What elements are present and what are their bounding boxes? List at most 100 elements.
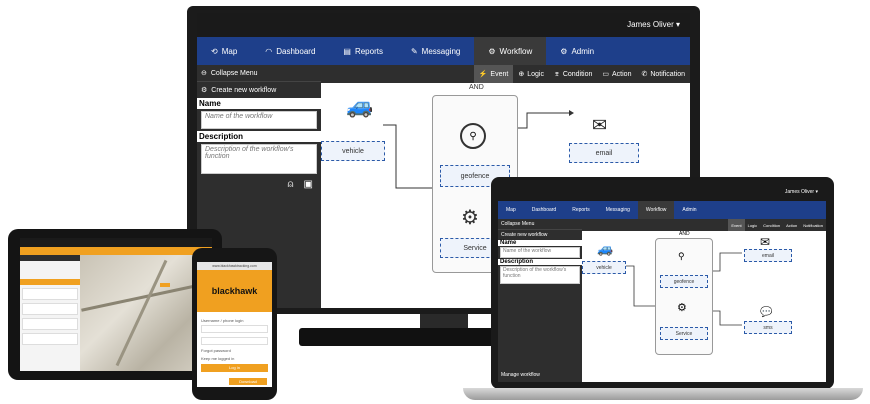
laptop-chat-icon: 💬 <box>760 307 773 318</box>
laptop-sidebar: Collapse Menu Create new workflow Name N… <box>498 219 582 382</box>
service-search-icon: ⚙ <box>461 207 479 229</box>
nav-workflow[interactable]: ⚙ Workflow <box>474 37 547 65</box>
laptop-envelope-icon: ✉ <box>760 235 771 249</box>
envelope-icon: ✉ <box>592 115 608 135</box>
node-email[interactable]: email <box>569 143 639 163</box>
laptop-geofence-pin-icon: ⚲ <box>678 251 685 261</box>
nav-reports[interactable]: ▤ Reports <box>329 37 397 65</box>
laptop-nav-reports[interactable]: Reports <box>564 201 598 219</box>
laptop-description-label: Description <box>498 259 582 265</box>
collapse-menu-button[interactable]: ⊖ Collapse Menu <box>197 65 321 82</box>
geofence-pin-icon: ⚲ <box>460 123 486 149</box>
laptop-name-input[interactable]: Name of the workflow <box>500 247 580 258</box>
laptop-nav-map[interactable]: Map <box>498 201 524 219</box>
car-icon: 🚙 <box>346 93 374 118</box>
nav-map[interactable]: ⟲ Map <box>197 37 251 65</box>
laptop-manage-workflow[interactable]: Manage workflow <box>501 372 540 378</box>
workflow-toolbar: ⚡ Event ⊕ Logic ⌆ Condition ▭ Action ✆ Notifi… <box>321 65 690 83</box>
laptop-create-workflow[interactable]: Create new workflow <box>498 230 582 240</box>
tablet-screen <box>20 238 212 371</box>
laptop-tool-event[interactable]: Event <box>728 219 745 231</box>
phone-keep-logged-in[interactable]: Keep me logged in <box>201 356 268 361</box>
laptop-node-service[interactable]: Service <box>660 327 708 340</box>
laptop-nav-workflow[interactable]: Workflow <box>637 201 675 219</box>
phone-brand-banner: blackhawk <box>197 270 272 312</box>
reports-icon: ▤ <box>343 46 351 56</box>
laptop-nav-admin[interactable]: Admin <box>674 201 704 219</box>
laptop-collapse-menu[interactable]: Collapse Menu <box>498 219 582 230</box>
tool-condition[interactable]: ⌆ Condition <box>549 65 597 83</box>
description-input[interactable]: Description of the workflow's function <box>201 144 317 174</box>
admin-icon: ⚙ <box>560 46 568 56</box>
tool-event[interactable]: ⚡ Event <box>473 65 514 83</box>
laptop-node-sms[interactable]: sms <box>744 321 792 334</box>
bell-icon[interactable]: ⍝ <box>288 179 294 190</box>
laptop-description-input[interactable]: Description of the workflow's function <box>500 266 580 284</box>
tablet-selected-item[interactable] <box>20 279 80 285</box>
group-label: AND <box>469 84 484 91</box>
save-icon[interactable]: ▣ <box>304 179 313 190</box>
laptop-tool-action[interactable]: Action <box>783 219 800 231</box>
tablet-list-item[interactable] <box>22 303 78 315</box>
name-label: Name <box>197 98 321 109</box>
tool-notification[interactable]: ✆ Notification <box>636 65 690 83</box>
laptop-nav-messaging[interactable]: Messaging <box>598 201 638 219</box>
laptop-user-menu[interactable]: James Oliver ▾ <box>785 189 818 195</box>
condition-icon: ⌆ <box>553 71 560 78</box>
blackhawk-logo: blackhawk <box>211 286 258 296</box>
user-menu[interactable]: James Oliver ▾ <box>627 20 680 29</box>
laptop-service-icon: ⚙ <box>677 302 687 314</box>
laptop-tool-notification[interactable]: Notification <box>800 219 826 231</box>
laptop-base <box>463 388 863 400</box>
map-road <box>115 259 168 367</box>
laptop-name-label: Name <box>498 240 582 246</box>
laptop-toolbar: Event Logic Condition Action Notificatio… <box>582 219 826 231</box>
laptop-screen: James Oliver ▾ Map Dashboard Reports Mes… <box>498 185 826 382</box>
top-bar: James Oliver ▾ <box>197 13 690 37</box>
action-icon: ▭ <box>602 71 610 78</box>
map-icon: ⟲ <box>211 46 218 56</box>
laptop-nav-dashboard[interactable]: Dashboard <box>524 201 564 219</box>
create-workflow-button[interactable]: ⚙ Create new workflow <box>197 82 321 98</box>
laptop-node-geofence[interactable]: geofence <box>660 275 708 288</box>
node-vehicle[interactable]: vehicle <box>321 141 385 161</box>
main-nav: ⟲ Map ◠ Dashboard ▤ Reports ✎ Messaging ⚙ Wor… <box>197 37 690 65</box>
phone-download-button[interactable]: Download <box>229 378 267 385</box>
workflow-icon: ⚙ <box>488 46 496 56</box>
laptop-node-email[interactable]: email <box>744 249 792 262</box>
phone-username-input[interactable] <box>201 325 268 333</box>
laptop-tool-condition[interactable]: Condition <box>760 219 783 231</box>
event-icon: ⚡ <box>478 71 488 78</box>
laptop-nav: Map Dashboard Reports Messaging Workflow… <box>498 201 826 219</box>
nav-messaging[interactable]: ✎ Messaging <box>397 37 474 65</box>
dashboard-icon: ◠ <box>265 46 273 56</box>
description-label: Description <box>197 131 321 142</box>
tablet-sidebar-header <box>20 255 80 261</box>
nav-admin[interactable]: ⚙ Admin <box>546 37 608 65</box>
chevron-left-icon: ⊖ <box>201 70 207 77</box>
phone-url-bar[interactable]: www.blackhawktracking.com <box>197 262 272 270</box>
phone-screen: www.blackhawktracking.com blackhawk User… <box>197 262 272 387</box>
tool-logic[interactable]: ⊕ Logic <box>513 65 549 83</box>
laptop-canvas[interactable]: 🚙 vehicle AND ⚲ geofence ⚙ Service ✉ ema… <box>582 231 826 382</box>
laptop-top-bar: James Oliver ▾ <box>498 185 826 201</box>
laptop-tool-logic[interactable]: Logic <box>745 219 761 231</box>
name-input[interactable]: Name of the workflow <box>201 111 317 129</box>
notification-icon: ✆ <box>641 71 648 78</box>
logic-icon: ⊕ <box>518 71 525 78</box>
tablet-list-item[interactable] <box>22 288 78 300</box>
vehicle-marker[interactable] <box>160 283 170 287</box>
tool-action[interactable]: ▭ Action <box>597 65 636 83</box>
phone-password-input[interactable] <box>201 337 268 345</box>
phone-forgot-link[interactable]: Forgot password <box>201 348 268 353</box>
laptop-node-vehicle[interactable]: vehicle <box>582 261 626 274</box>
nav-dashboard[interactable]: ◠ Dashboard <box>251 37 329 65</box>
phone-login-button[interactable]: Log in <box>201 364 268 372</box>
tablet-list-item[interactable] <box>22 333 78 345</box>
messaging-icon: ✎ <box>410 46 418 56</box>
tablet-nav <box>20 247 212 255</box>
laptop-group-label: AND <box>679 231 690 237</box>
gear-icon: ⚙ <box>201 87 208 94</box>
tablet-list-item[interactable] <box>22 318 78 330</box>
tablet-sidebar <box>20 255 80 371</box>
